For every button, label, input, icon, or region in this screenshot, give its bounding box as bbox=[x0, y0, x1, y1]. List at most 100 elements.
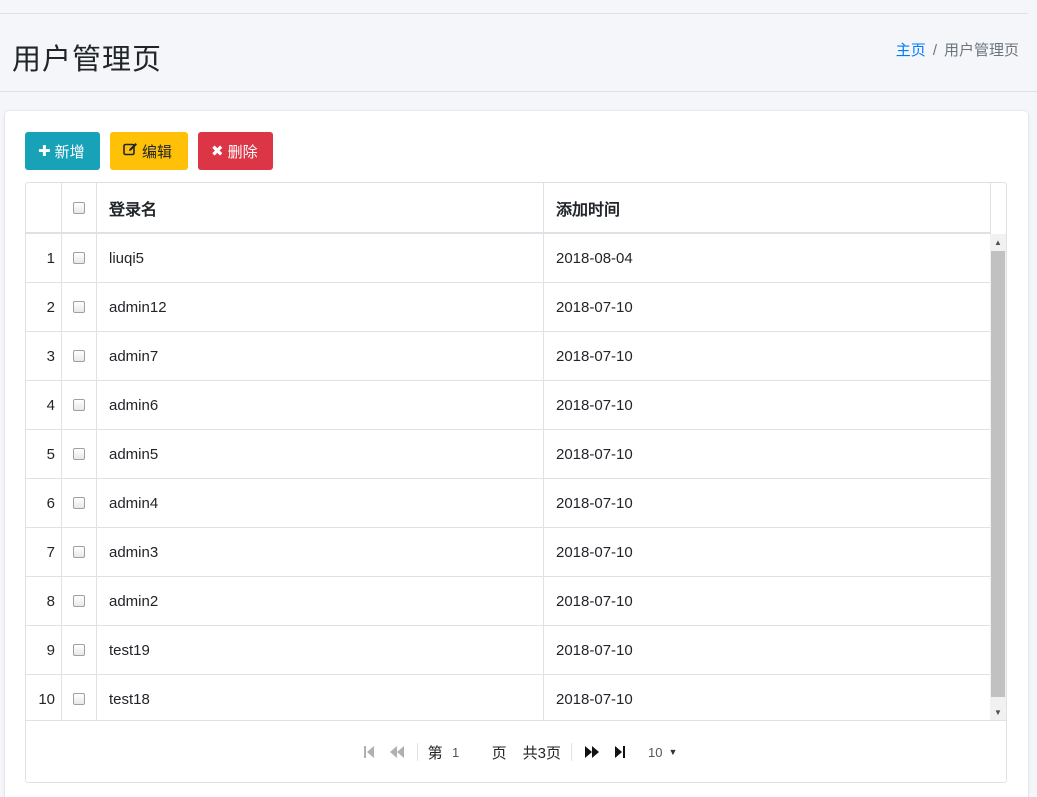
row-number: 6 bbox=[26, 479, 62, 527]
row-checkbox[interactable] bbox=[73, 595, 85, 607]
next-page-icon[interactable] bbox=[578, 740, 606, 764]
row-checkbox-cell bbox=[62, 381, 97, 429]
page-number-input[interactable]: 1 bbox=[444, 745, 468, 760]
added-time-cell: 2018-07-10 bbox=[544, 479, 991, 527]
row-checkbox-cell bbox=[62, 479, 97, 527]
header-checkbox-cell bbox=[62, 183, 97, 232]
scroll-down-icon[interactable]: ▼ bbox=[990, 704, 1006, 720]
scrollbar-thumb[interactable] bbox=[991, 251, 1005, 697]
row-checkbox-cell bbox=[62, 675, 97, 720]
login-name-cell: admin7 bbox=[97, 332, 544, 380]
row-checkbox-cell bbox=[62, 234, 97, 282]
add-button-label: 新增 bbox=[54, 143, 85, 161]
edit-icon bbox=[123, 142, 138, 160]
row-checkbox[interactable] bbox=[73, 252, 85, 264]
login-name-cell: test18 bbox=[97, 675, 544, 720]
row-number: 9 bbox=[26, 626, 62, 674]
row-number: 1 bbox=[26, 234, 62, 282]
last-page-icon[interactable] bbox=[606, 740, 634, 764]
header-row-number bbox=[26, 183, 62, 232]
page-title: 用户管理页 bbox=[12, 44, 163, 76]
added-time-cell: 2018-07-10 bbox=[544, 528, 991, 576]
row-checkbox-cell bbox=[62, 626, 97, 674]
table-row[interactable]: 1 liuqi5 2018-08-04 bbox=[26, 234, 991, 283]
user-card: ✚ 新增 编辑 ✖ 删除 登录名 添加时间 1 liuqi5 2018-08-04 2… bbox=[5, 111, 1028, 797]
delete-button[interactable]: ✖ 删除 bbox=[198, 132, 273, 170]
delete-button-label: 删除 bbox=[227, 143, 258, 161]
row-number: 2 bbox=[26, 283, 62, 331]
page-prefix: 第 bbox=[427, 744, 443, 762]
row-number: 8 bbox=[26, 577, 62, 625]
row-number: 5 bbox=[26, 430, 62, 478]
user-table: 登录名 添加时间 1 liuqi5 2018-08-04 2 admin12 2018-0… bbox=[25, 182, 1007, 783]
table-header: 登录名 添加时间 bbox=[26, 183, 991, 234]
page-size-select[interactable]: 10 ▼ bbox=[648, 745, 677, 760]
scroll-up-icon[interactable]: ▲ bbox=[990, 234, 1006, 250]
prev-page-icon[interactable] bbox=[383, 740, 411, 764]
table-row[interactable]: 6 admin4 2018-07-10 bbox=[26, 479, 991, 528]
first-page-icon[interactable] bbox=[355, 740, 383, 764]
plus-icon: ✚ bbox=[38, 143, 51, 160]
content-header: 用户管理页 主页 / 用户管理页 bbox=[0, 14, 1037, 92]
row-checkbox[interactable] bbox=[73, 399, 85, 411]
edit-button-label: 编辑 bbox=[142, 143, 173, 161]
pagination: 第 1 页 共3页 10 ▼ bbox=[26, 720, 1006, 782]
row-checkbox[interactable] bbox=[73, 644, 85, 656]
table-row[interactable]: 2 admin12 2018-07-10 bbox=[26, 283, 991, 332]
header-added-time[interactable]: 添加时间 bbox=[544, 183, 991, 232]
row-checkbox-cell bbox=[62, 528, 97, 576]
table-row[interactable]: 5 admin5 2018-07-10 bbox=[26, 430, 991, 479]
login-name-cell: admin12 bbox=[97, 283, 544, 331]
added-time-cell: 2018-08-04 bbox=[544, 234, 991, 282]
added-time-cell: 2018-07-10 bbox=[544, 381, 991, 429]
row-checkbox[interactable] bbox=[73, 546, 85, 558]
row-checkbox-cell bbox=[62, 430, 97, 478]
row-checkbox[interactable] bbox=[73, 693, 85, 705]
row-checkbox-cell bbox=[62, 283, 97, 331]
row-checkbox[interactable] bbox=[73, 448, 85, 460]
table-row[interactable]: 3 admin7 2018-07-10 bbox=[26, 332, 991, 381]
table-row[interactable]: 9 test19 2018-07-10 bbox=[26, 626, 991, 675]
table-body: 1 liuqi5 2018-08-04 2 admin12 2018-07-10 3 admi… bbox=[26, 234, 991, 720]
page-total: 共3页 bbox=[522, 744, 561, 762]
table-row[interactable]: 4 admin6 2018-07-10 bbox=[26, 381, 991, 430]
login-name-cell: test19 bbox=[97, 626, 544, 674]
row-checkbox[interactable] bbox=[73, 497, 85, 509]
row-checkbox[interactable] bbox=[73, 301, 85, 313]
pager-separator bbox=[570, 743, 572, 761]
login-name-cell: admin6 bbox=[97, 381, 544, 429]
breadcrumb-home-link[interactable]: 主页 bbox=[896, 42, 926, 59]
table-row[interactable]: 10 test18 2018-07-10 bbox=[26, 675, 991, 720]
table-row[interactable]: 7 admin3 2018-07-10 bbox=[26, 528, 991, 577]
table-row[interactable]: 8 admin2 2018-07-10 bbox=[26, 577, 991, 626]
added-time-cell: 2018-07-10 bbox=[544, 430, 991, 478]
login-name-cell: admin3 bbox=[97, 528, 544, 576]
added-time-cell: 2018-07-10 bbox=[544, 283, 991, 331]
add-button[interactable]: ✚ 新增 bbox=[25, 132, 100, 170]
chevron-down-icon: ▼ bbox=[668, 747, 678, 757]
page-size-value: 10 bbox=[647, 744, 663, 760]
page-suffix: 页 bbox=[491, 744, 507, 762]
row-number: 10 bbox=[26, 675, 62, 720]
vertical-scrollbar[interactable]: ▲ ▼ bbox=[990, 234, 1006, 720]
row-number: 3 bbox=[26, 332, 62, 380]
row-checkbox-cell bbox=[62, 577, 97, 625]
added-time-cell: 2018-07-10 bbox=[544, 626, 991, 674]
row-checkbox[interactable] bbox=[73, 350, 85, 362]
toolbar: ✚ 新增 编辑 ✖ 删除 bbox=[25, 132, 273, 170]
login-name-cell: admin2 bbox=[97, 577, 544, 625]
added-time-cell: 2018-07-10 bbox=[544, 577, 991, 625]
edit-button[interactable]: 编辑 bbox=[110, 132, 188, 170]
breadcrumb: 主页 / 用户管理页 bbox=[896, 39, 1019, 60]
added-time-cell: 2018-07-10 bbox=[544, 332, 991, 380]
header-login-name[interactable]: 登录名 bbox=[97, 183, 544, 232]
breadcrumb-separator: / bbox=[932, 42, 937, 59]
select-all-checkbox[interactable] bbox=[73, 201, 85, 214]
login-name-cell: admin4 bbox=[97, 479, 544, 527]
login-name-cell: admin5 bbox=[97, 430, 544, 478]
close-icon: ✖ bbox=[211, 143, 224, 160]
breadcrumb-current: 用户管理页 bbox=[943, 42, 1019, 59]
added-time-cell: 2018-07-10 bbox=[544, 675, 991, 720]
row-checkbox-cell bbox=[62, 332, 97, 380]
pager-separator bbox=[416, 743, 418, 761]
